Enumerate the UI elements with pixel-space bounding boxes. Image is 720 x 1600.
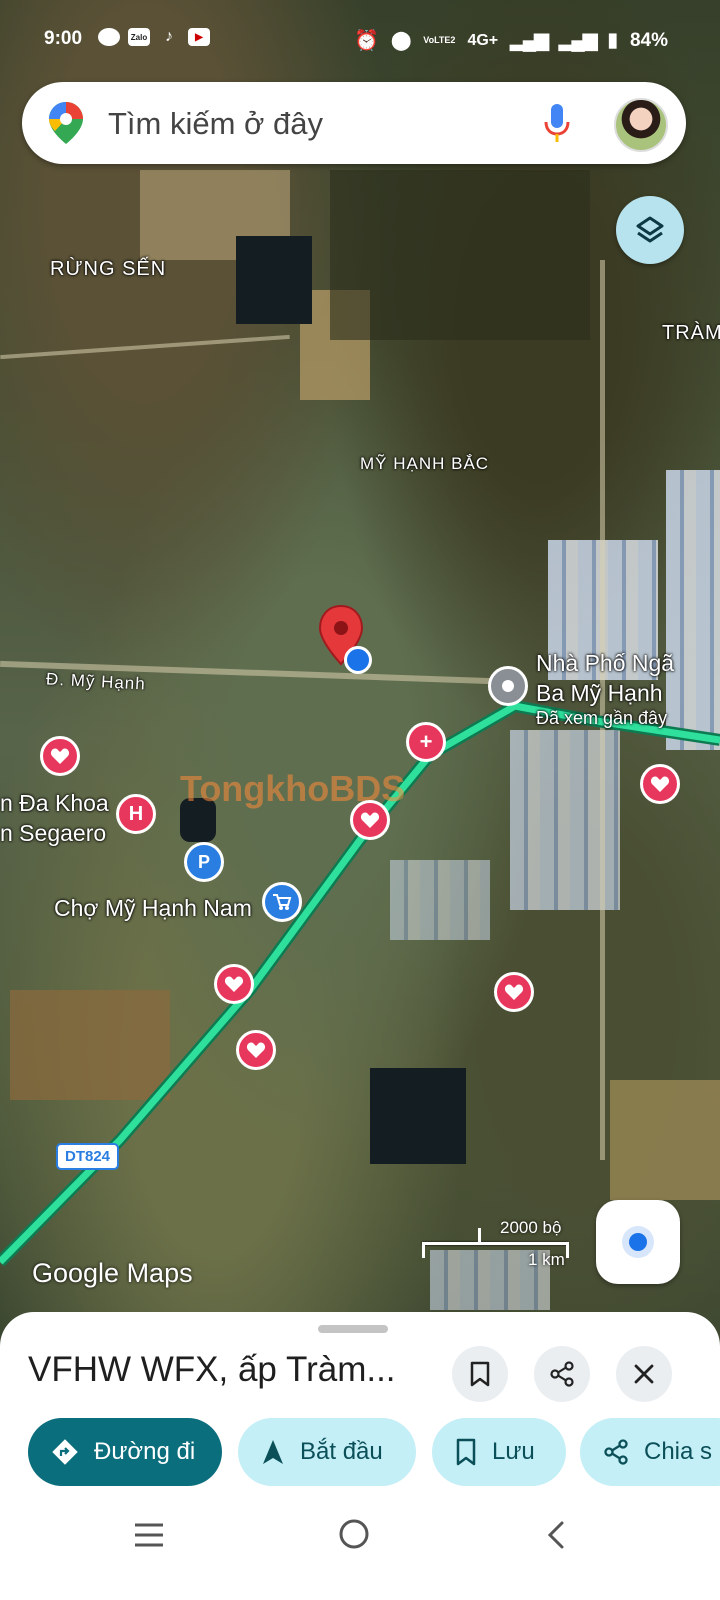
scale-bar: 2000 bộ 1 km <box>420 1218 580 1270</box>
bookmark-outline-icon <box>456 1438 476 1466</box>
layers-button[interactable] <box>616 196 684 264</box>
directions-label: Đường đi <box>94 1438 196 1465</box>
scale-imperial: 2000 bộ <box>500 1218 562 1237</box>
system-nav-bar <box>0 1488 720 1600</box>
volte-icon: VoLTE2 <box>423 35 456 45</box>
alarm-icon: ⏰ <box>354 30 380 52</box>
heart-glyph <box>650 776 670 792</box>
microphone-icon[interactable] <box>542 102 572 144</box>
layers-icon <box>636 216 664 243</box>
status-time: 9:00 <box>44 28 83 49</box>
place-name-line1[interactable]: Nhà Phố Ngã <box>536 650 674 677</box>
share-chip-button[interactable]: Chia s <box>580 1418 720 1486</box>
saved-heart-icon[interactable] <box>214 964 254 1004</box>
share-place-button[interactable] <box>534 1346 590 1402</box>
map-view[interactable]: TongkhoBDS RỪNG SẾN TRÀM MỸ HẠNH BẮC Đ. … <box>0 0 720 1340</box>
status-bar: 9:00 Zalo ♪ ▶ ⏰ ⬤ VoLTE2 4G+ ▂▄▆ ▂▄▆ ▮ 8… <box>0 0 720 76</box>
google-maps-pin-icon <box>49 102 83 144</box>
saved-heart-icon[interactable] <box>640 764 680 804</box>
tiktok-icon: ♪ <box>165 28 173 45</box>
my-location-button[interactable] <box>596 1200 680 1284</box>
shopping-cart-icon[interactable] <box>262 882 302 922</box>
medical-cross-icon[interactable]: + <box>406 722 446 762</box>
scale-tick <box>566 1242 569 1258</box>
saved-heart-icon[interactable] <box>236 1030 276 1070</box>
current-location-dot <box>344 646 372 674</box>
heart-glyph <box>504 984 524 1000</box>
route-shield: DT824 <box>56 1143 120 1170</box>
place-subtitle: Đã xem gần đây <box>536 708 668 728</box>
status-right: ⏰ ⬤ VoLTE2 4G+ ▂▄▆ ▂▄▆ ▮ 84% <box>354 28 668 53</box>
google-maps-logo: Google Maps <box>32 1258 193 1288</box>
sheet-drag-handle[interactable] <box>318 1325 388 1333</box>
place-name-line2[interactable]: Ba Mỹ Hạnh <box>536 680 663 707</box>
user-avatar[interactable] <box>614 98 668 152</box>
place-title: VFHW WFX, ấp Tràm... <box>28 1350 396 1389</box>
directions-icon <box>52 1439 78 1465</box>
share-label: Chia s <box>644 1438 713 1465</box>
hospital-name-line2[interactable]: n Segaero <box>0 820 106 847</box>
heart-glyph <box>246 1042 266 1058</box>
save-label: Lưu <box>492 1438 535 1465</box>
search-input[interactable]: Tìm kiếm ở đây <box>108 106 323 142</box>
youtube-icon: ▶ <box>188 28 210 46</box>
saved-heart-icon[interactable] <box>40 736 80 776</box>
start-button[interactable]: Bắt đầu <box>238 1418 416 1486</box>
hospital-icon[interactable]: H <box>116 794 156 834</box>
cart-glyph <box>273 894 292 910</box>
back-icon[interactable] <box>546 1520 566 1550</box>
my-location-icon <box>629 1233 647 1251</box>
hospital-name-line1[interactable]: n Đa Khoa <box>0 790 109 817</box>
network-type: 4G+ <box>467 31 499 49</box>
close-button[interactable] <box>616 1346 672 1402</box>
share-icon <box>550 1361 574 1387</box>
label-tram: TRÀM <box>662 322 720 344</box>
market-name[interactable]: Chợ Mỹ Hạnh Nam <box>54 895 252 922</box>
notification-icons: Zalo ♪ ▶ <box>98 28 210 46</box>
action-chips: Đường đi Bắt đầu Lưu Chia s <box>28 1418 720 1486</box>
home-icon[interactable] <box>338 1518 370 1550</box>
scale-line <box>422 1242 568 1245</box>
navigation-arrow-icon <box>263 1440 283 1464</box>
signal-2-icon: ▂▄▆ <box>558 30 598 51</box>
saved-heart-icon[interactable] <box>494 972 534 1012</box>
bookmark-icon <box>470 1361 490 1387</box>
place-pin-dot <box>502 680 514 692</box>
search-bar[interactable]: Tìm kiếm ở đây <box>22 82 686 164</box>
save-place-button[interactable] <box>452 1346 508 1402</box>
heart-glyph <box>224 976 244 992</box>
saved-heart-icon[interactable] <box>350 800 390 840</box>
heart-glyph <box>50 748 70 764</box>
close-icon <box>634 1364 654 1384</box>
label-my-hanh-bac: MỸ HẠNH BẮC <box>360 454 490 473</box>
parking-icon[interactable]: P <box>184 842 224 882</box>
scale-tick <box>422 1242 425 1258</box>
share-chip-icon <box>604 1439 628 1465</box>
scale-metric: 1 km <box>528 1250 565 1269</box>
heart-glyph <box>360 812 380 828</box>
chat-icon <box>98 28 120 46</box>
zalo-icon: Zalo <box>128 28 150 46</box>
scale-tick <box>478 1228 481 1244</box>
signal-icon: ▂▄▆ <box>510 30 549 51</box>
start-label: Bắt đầu <box>300 1438 383 1465</box>
battery-icon: ▮ <box>607 30 618 51</box>
label-rung-sen: RỪNG SẾN <box>50 258 167 280</box>
location-icon: ⬤ <box>391 30 412 50</box>
save-chip-button[interactable]: Lưu <box>432 1418 566 1486</box>
place-pin-icon[interactable] <box>488 666 528 706</box>
recent-apps-icon[interactable] <box>134 1522 164 1548</box>
battery-level: 84% <box>629 29 668 51</box>
directions-button[interactable]: Đường đi <box>28 1418 222 1486</box>
